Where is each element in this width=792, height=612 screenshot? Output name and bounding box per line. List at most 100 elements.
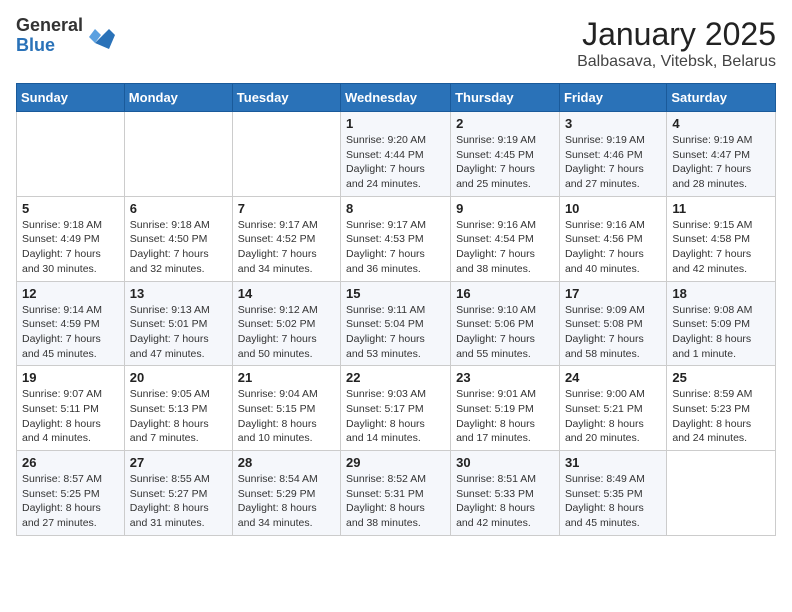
day-info: Sunrise: 9:12 AM Sunset: 5:02 PM Dayligh… (238, 303, 335, 362)
day-number: 4 (672, 116, 770, 131)
week-row-3: 12Sunrise: 9:14 AM Sunset: 4:59 PM Dayli… (17, 281, 776, 366)
day-info: Sunrise: 9:20 AM Sunset: 4:44 PM Dayligh… (346, 133, 445, 192)
calendar-cell: 31 Sunrise: 8:49 AM Sunset: 5:35 PM Dayli… (559, 451, 666, 536)
day-info: Sunrise: 9:01 AM Sunset: 5:19 PM Dayligh… (456, 387, 554, 446)
weekday-header-thursday: Thursday (451, 84, 560, 112)
weekday-header-row: SundayMondayTuesdayWednesdayThursdayFrid… (17, 84, 776, 112)
page-header: General Blue January 2025 Balbasava, Vit… (16, 16, 776, 71)
location: Balbasava, Vitebsk, Belarus (577, 53, 776, 71)
calendar-cell: 14 Sunrise: 9:12 AM Sunset: 5:02 PM Dayli… (232, 281, 340, 366)
day-number: 23 (456, 370, 554, 385)
day-info: Sunrise: 9:11 AM Sunset: 5:04 PM Dayligh… (346, 303, 445, 362)
day-number: 19 (22, 370, 119, 385)
day-number: 29 (346, 455, 445, 470)
day-number: 31 (565, 455, 661, 470)
calendar-cell: 5Sunrise: 9:18 AM Sunset: 4:49 PM Daylig… (17, 196, 125, 281)
week-row-4: 19 Sunrise: 9:07 AM Sunset: 5:11 PM Dayli… (17, 366, 776, 451)
calendar-cell: 15Sunrise: 9:11 AM Sunset: 5:04 PM Dayli… (341, 281, 451, 366)
calendar-cell (124, 112, 232, 197)
day-number: 16 (456, 286, 554, 301)
calendar-cell: 3Sunrise: 9:19 AM Sunset: 4:46 PM Daylig… (559, 112, 666, 197)
day-number: 1 (346, 116, 445, 131)
week-row-5: 26Sunrise: 8:57 AM Sunset: 5:25 PM Dayli… (17, 451, 776, 536)
calendar-cell: 20 Sunrise: 9:05 AM Sunset: 5:13 PM Dayli… (124, 366, 232, 451)
calendar-cell: 4 Sunrise: 9:19 AM Sunset: 4:47 PM Daylig… (667, 112, 776, 197)
day-info: Sunrise: 8:54 AM Sunset: 5:29 PM Dayligh… (238, 472, 335, 531)
day-number: 30 (456, 455, 554, 470)
weekday-header-wednesday: Wednesday (341, 84, 451, 112)
calendar-cell (667, 451, 776, 536)
day-info: Sunrise: 8:52 AM Sunset: 5:31 PM Dayligh… (346, 472, 445, 531)
calendar-cell: 19 Sunrise: 9:07 AM Sunset: 5:11 PM Dayli… (17, 366, 125, 451)
logo-general-text: General (16, 16, 83, 36)
day-info: Sunrise: 8:51 AM Sunset: 5:33 PM Dayligh… (456, 472, 554, 531)
calendar-cell: 21 Sunrise: 9:04 AM Sunset: 5:15 PM Dayli… (232, 366, 340, 451)
weekday-header-monday: Monday (124, 84, 232, 112)
day-info: Sunrise: 9:13 AM Sunset: 5:01 PM Dayligh… (130, 303, 227, 362)
day-info: Sunrise: 9:00 AM Sunset: 5:21 PM Dayligh… (565, 387, 661, 446)
day-number: 12 (22, 286, 119, 301)
day-info: Sunrise: 9:19 AM Sunset: 4:46 PM Dayligh… (565, 133, 661, 192)
day-number: 13 (130, 286, 227, 301)
day-number: 8 (346, 201, 445, 216)
day-number: 20 (130, 370, 227, 385)
weekday-header-tuesday: Tuesday (232, 84, 340, 112)
calendar-cell: 29 Sunrise: 8:52 AM Sunset: 5:31 PM Dayli… (341, 451, 451, 536)
calendar-cell: 9 Sunrise: 9:16 AM Sunset: 4:54 PM Daylig… (451, 196, 560, 281)
weekday-header-sunday: Sunday (17, 84, 125, 112)
day-info: Sunrise: 9:08 AM Sunset: 5:09 PM Dayligh… (672, 303, 770, 362)
calendar-cell: 23 Sunrise: 9:01 AM Sunset: 5:19 PM Dayli… (451, 366, 560, 451)
day-info: Sunrise: 9:17 AM Sunset: 4:53 PM Dayligh… (346, 218, 445, 277)
day-number: 9 (456, 201, 554, 216)
calendar-cell (17, 112, 125, 197)
calendar-cell: 13 Sunrise: 9:13 AM Sunset: 5:01 PM Dayli… (124, 281, 232, 366)
day-info: Sunrise: 9:07 AM Sunset: 5:11 PM Dayligh… (22, 387, 119, 446)
title-block: January 2025 Balbasava, Vitebsk, Belarus (577, 16, 776, 71)
logo: General Blue (16, 16, 117, 56)
day-info: Sunrise: 9:15 AM Sunset: 4:58 PM Dayligh… (672, 218, 770, 277)
week-row-2: 5Sunrise: 9:18 AM Sunset: 4:49 PM Daylig… (17, 196, 776, 281)
day-info: Sunrise: 9:09 AM Sunset: 5:08 PM Dayligh… (565, 303, 661, 362)
weekday-header-friday: Friday (559, 84, 666, 112)
day-number: 7 (238, 201, 335, 216)
day-info: Sunrise: 9:16 AM Sunset: 4:56 PM Dayligh… (565, 218, 661, 277)
calendar-cell: 27Sunrise: 8:55 AM Sunset: 5:27 PM Dayli… (124, 451, 232, 536)
day-info: Sunrise: 9:16 AM Sunset: 4:54 PM Dayligh… (456, 218, 554, 277)
calendar-cell: 25Sunrise: 8:59 AM Sunset: 5:23 PM Dayli… (667, 366, 776, 451)
day-info: Sunrise: 9:19 AM Sunset: 4:45 PM Dayligh… (456, 133, 554, 192)
day-number: 14 (238, 286, 335, 301)
logo-icon (87, 21, 117, 51)
calendar-cell: 11 Sunrise: 9:15 AM Sunset: 4:58 PM Dayli… (667, 196, 776, 281)
calendar-cell: 7 Sunrise: 9:17 AM Sunset: 4:52 PM Daylig… (232, 196, 340, 281)
day-info: Sunrise: 9:17 AM Sunset: 4:52 PM Dayligh… (238, 218, 335, 277)
day-info: Sunrise: 9:03 AM Sunset: 5:17 PM Dayligh… (346, 387, 445, 446)
month-title: January 2025 (577, 16, 776, 53)
calendar-cell: 2Sunrise: 9:19 AM Sunset: 4:45 PM Daylig… (451, 112, 560, 197)
calendar-cell: 1 Sunrise: 9:20 AM Sunset: 4:44 PM Daylig… (341, 112, 451, 197)
day-info: Sunrise: 9:19 AM Sunset: 4:47 PM Dayligh… (672, 133, 770, 192)
day-number: 25 (672, 370, 770, 385)
day-number: 26 (22, 455, 119, 470)
day-info: Sunrise: 8:49 AM Sunset: 5:35 PM Dayligh… (565, 472, 661, 531)
calendar-cell: 10 Sunrise: 9:16 AM Sunset: 4:56 PM Dayli… (559, 196, 666, 281)
day-info: Sunrise: 8:55 AM Sunset: 5:27 PM Dayligh… (130, 472, 227, 531)
calendar-cell: 8 Sunrise: 9:17 AM Sunset: 4:53 PM Daylig… (341, 196, 451, 281)
day-number: 28 (238, 455, 335, 470)
day-number: 11 (672, 201, 770, 216)
day-number: 10 (565, 201, 661, 216)
day-info: Sunrise: 9:04 AM Sunset: 5:15 PM Dayligh… (238, 387, 335, 446)
calendar-cell: 30 Sunrise: 8:51 AM Sunset: 5:33 PM Dayli… (451, 451, 560, 536)
day-number: 24 (565, 370, 661, 385)
day-info: Sunrise: 9:18 AM Sunset: 4:49 PM Dayligh… (22, 218, 119, 277)
day-number: 18 (672, 286, 770, 301)
day-number: 21 (238, 370, 335, 385)
weekday-header-saturday: Saturday (667, 84, 776, 112)
calendar-cell: 6Sunrise: 9:18 AM Sunset: 4:50 PM Daylig… (124, 196, 232, 281)
calendar-cell: 16Sunrise: 9:10 AM Sunset: 5:06 PM Dayli… (451, 281, 560, 366)
day-number: 22 (346, 370, 445, 385)
week-row-1: 1 Sunrise: 9:20 AM Sunset: 4:44 PM Daylig… (17, 112, 776, 197)
day-info: Sunrise: 9:05 AM Sunset: 5:13 PM Dayligh… (130, 387, 227, 446)
calendar-cell: 24 Sunrise: 9:00 AM Sunset: 5:21 PM Dayli… (559, 366, 666, 451)
calendar-cell: 17Sunrise: 9:09 AM Sunset: 5:08 PM Dayli… (559, 281, 666, 366)
calendar-cell: 12Sunrise: 9:14 AM Sunset: 4:59 PM Dayli… (17, 281, 125, 366)
